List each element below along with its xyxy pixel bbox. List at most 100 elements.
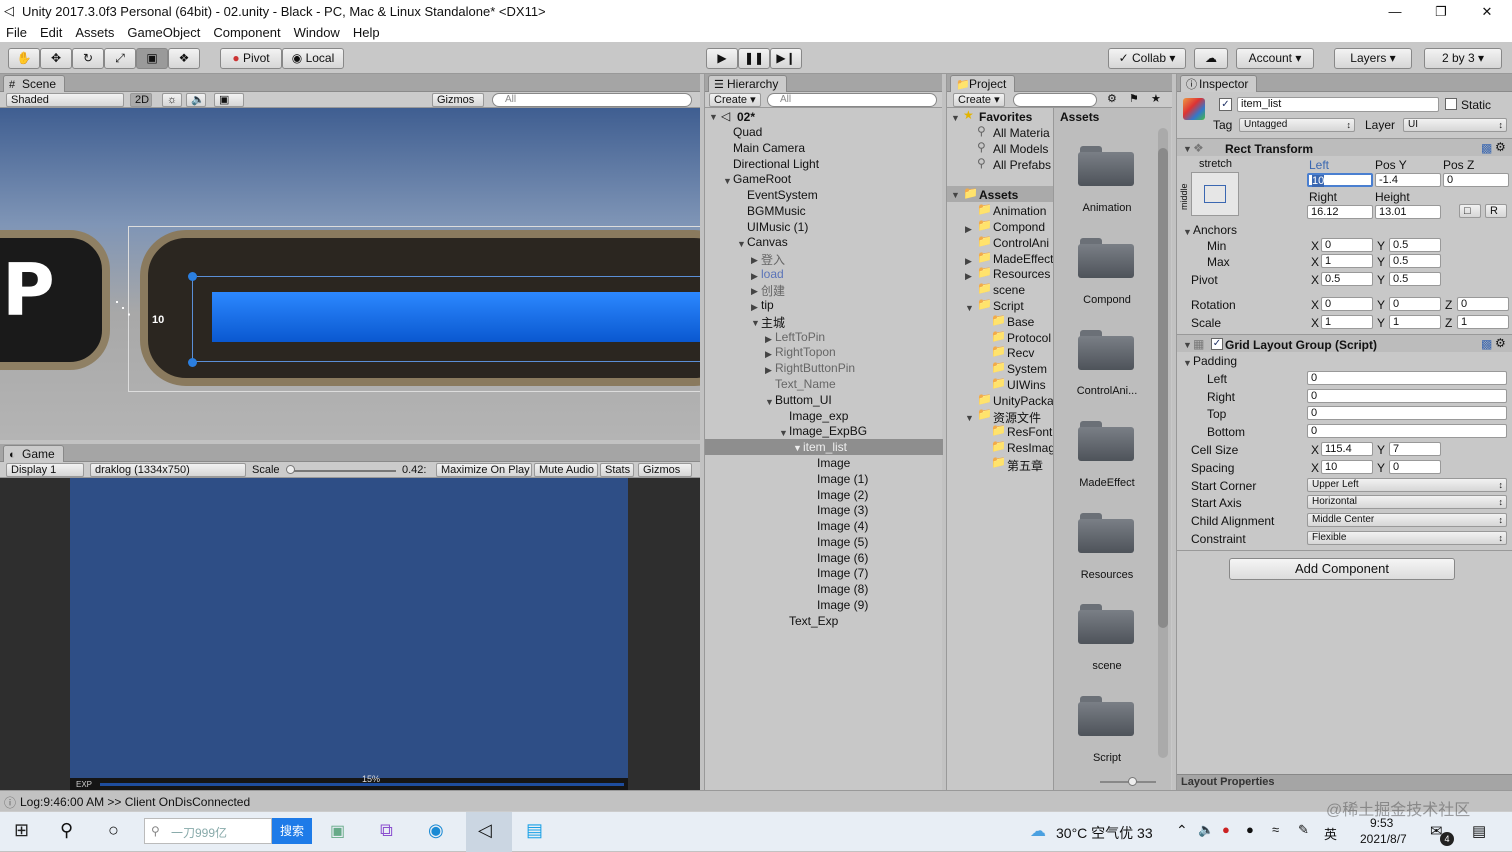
anchor-max-y-input[interactable]: 0.5 [1389, 254, 1441, 268]
start-axis-dropdown[interactable]: Horizontal [1307, 495, 1507, 509]
hierarchy-item[interactable]: BGMMusic [747, 204, 806, 218]
static-checkbox[interactable] [1445, 98, 1457, 110]
hierarchy-item[interactable]: EventSystem [747, 188, 818, 202]
pivot-toggle[interactable]: ● Pivot [220, 48, 282, 69]
collapse-arrow-icon[interactable]: ▶ [965, 271, 972, 282]
project-tree-item[interactable]: ControlAni [993, 236, 1049, 250]
favorites-header[interactable]: Favorites [979, 110, 1032, 124]
active-checkbox[interactable]: ✓ [1219, 98, 1232, 111]
anchor-pivot-icon[interactable]: ⋱ [114, 298, 132, 319]
scene-gizmos-dropdown[interactable]: Gizmos [432, 93, 484, 107]
folder-label[interactable]: Animation [1062, 202, 1152, 214]
local-toggle[interactable]: ◉ Local [282, 48, 344, 69]
padding-top-input[interactable]: 0 [1307, 406, 1507, 420]
folder-icon[interactable] [1078, 144, 1134, 186]
expand-arrow-icon[interactable]: ▼ [951, 190, 960, 200]
anchor-handle-top[interactable] [188, 272, 197, 281]
account-dropdown[interactable]: Account ▾ [1236, 48, 1314, 69]
hierarchy-scene-name[interactable]: 02* [737, 110, 755, 124]
scene-search-input[interactable]: All [492, 93, 692, 107]
tab-hierarchy[interactable]: ☰ Hierarchy [708, 75, 788, 92]
expand-arrow-icon[interactable]: ▼ [1183, 358, 1192, 368]
child-alignment-dropdown[interactable]: Middle Center [1307, 513, 1507, 527]
play-button[interactable]: ▶ [706, 48, 738, 69]
wifi-icon[interactable]: ≈ [1272, 822, 1279, 837]
cell-size-x-input[interactable]: 115.4 [1321, 442, 1373, 456]
height-input[interactable]: 13.01 [1375, 205, 1441, 219]
spacing-x-input[interactable]: 10 [1321, 460, 1373, 474]
pause-button[interactable]: ❚❚ [738, 48, 770, 69]
hierarchy-item[interactable]: Image [817, 456, 850, 470]
project-tree-item[interactable]: System [1007, 362, 1047, 376]
hierarchy-item[interactable]: 创建 [761, 282, 785, 299]
restore-button[interactable]: ❐ [1418, 0, 1464, 23]
scale-slider[interactable] [288, 470, 396, 472]
mute-audio-toggle[interactable]: Mute Audio [534, 463, 598, 477]
raw-edit-toggle[interactable]: R [1485, 204, 1507, 218]
favorite-item[interactable]: All Materia [993, 126, 1050, 140]
maximize-on-play-toggle[interactable]: Maximize On Play [436, 463, 532, 477]
folder-label[interactable]: MadeEffect [1062, 477, 1152, 489]
project-tree-item[interactable]: MadeEffect [993, 252, 1053, 266]
resolution-dropdown[interactable]: draklog (1334x750) [90, 463, 246, 477]
game-view[interactable]: EXP 15% [70, 478, 628, 790]
anchor-max-x-input[interactable]: 1 [1321, 254, 1373, 268]
display-dropdown[interactable]: Display 1 [6, 463, 84, 477]
scale-slider-thumb[interactable] [286, 465, 295, 474]
project-tree-item[interactable]: ResFont [1007, 425, 1052, 439]
collapse-arrow-icon[interactable]: ▶ [751, 255, 758, 266]
expand-arrow-icon[interactable]: ▼ [793, 443, 802, 453]
close-button[interactable]: ✕ [1464, 0, 1510, 23]
tab-game[interactable]: ◐ Game [3, 445, 64, 462]
hierarchy-item[interactable]: Image_exp [789, 409, 848, 423]
expand-arrow-icon[interactable]: ▼ [1183, 340, 1192, 350]
minimize-button[interactable]: — [1372, 0, 1418, 23]
menu-file[interactable]: File [6, 25, 27, 40]
layout-properties-bar[interactable]: Layout Properties [1177, 774, 1512, 790]
hierarchy-item[interactable]: RightTopon [775, 345, 836, 359]
folder-icon[interactable] [1078, 236, 1134, 278]
favorite-item[interactable]: All Prefabs [993, 158, 1051, 172]
expand-arrow-icon[interactable]: ▼ [751, 318, 760, 328]
collapse-arrow-icon[interactable]: ▶ [765, 365, 772, 376]
project-search-input[interactable] [1013, 93, 1097, 107]
project-create-dropdown[interactable]: Create ▾ [953, 93, 1005, 107]
collapse-arrow-icon[interactable]: ▶ [751, 271, 758, 282]
project-tree-item[interactable]: ResImag [1007, 441, 1055, 455]
hierarchy-item[interactable]: 主城 [761, 314, 785, 331]
collapse-arrow-icon[interactable]: ▶ [751, 286, 758, 297]
scene-expand-icon[interactable]: ▼ [709, 112, 718, 122]
anchor-handle-bottom[interactable] [188, 358, 197, 367]
icon-size-slider-thumb[interactable] [1128, 777, 1137, 786]
hierarchy-item[interactable]: Buttom_UI [775, 393, 832, 407]
expand-arrow-icon[interactable]: ▼ [1183, 227, 1192, 237]
layout-dropdown[interactable]: 2 by 3 ▾ [1424, 48, 1502, 69]
left-input[interactable]: 10 [1307, 173, 1373, 187]
rect-transform-header[interactable]: ▼ ❖ Rect Transform ▩ ⚙ [1177, 138, 1512, 156]
collapse-arrow-icon[interactable]: ▶ [965, 224, 972, 235]
folder-icon[interactable] [1078, 419, 1134, 461]
expand-arrow-icon[interactable]: ▼ [765, 397, 774, 407]
cloud-icon[interactable]: ☁ [1194, 48, 1228, 69]
anchor-min-y-input[interactable]: 0.5 [1389, 238, 1441, 252]
collapse-arrow-icon[interactable]: ▶ [765, 349, 772, 360]
step-button[interactable]: ▶❙ [770, 48, 802, 69]
menu-help[interactable]: Help [353, 25, 380, 40]
hierarchy-item[interactable]: Image (5) [817, 535, 868, 549]
layer-dropdown[interactable]: UI [1403, 118, 1507, 132]
hierarchy-item[interactable]: Text_Exp [789, 614, 838, 628]
expand-arrow-icon[interactable]: ▼ [1183, 144, 1192, 154]
hierarchy-search-input[interactable]: All [767, 93, 937, 107]
hierarchy-item[interactable]: Text_Name [775, 377, 836, 391]
ime-indicator[interactable]: 英 [1324, 824, 1337, 843]
folder-label[interactable]: Resources [1062, 569, 1152, 581]
project-tree-item[interactable]: 第五章 [1007, 457, 1043, 474]
collapse-arrow-icon[interactable]: ▶ [765, 334, 772, 345]
spacing-y-input[interactable]: 0 [1389, 460, 1441, 474]
expand-arrow-icon[interactable]: ▼ [779, 428, 788, 438]
anchor-presets-button[interactable] [1191, 172, 1239, 216]
object-name-input[interactable]: item_list [1237, 97, 1439, 112]
project-tree-item[interactable]: Script [993, 299, 1024, 313]
folder-label[interactable]: scene [1062, 660, 1152, 672]
collapse-arrow-icon[interactable]: ▶ [965, 256, 972, 267]
